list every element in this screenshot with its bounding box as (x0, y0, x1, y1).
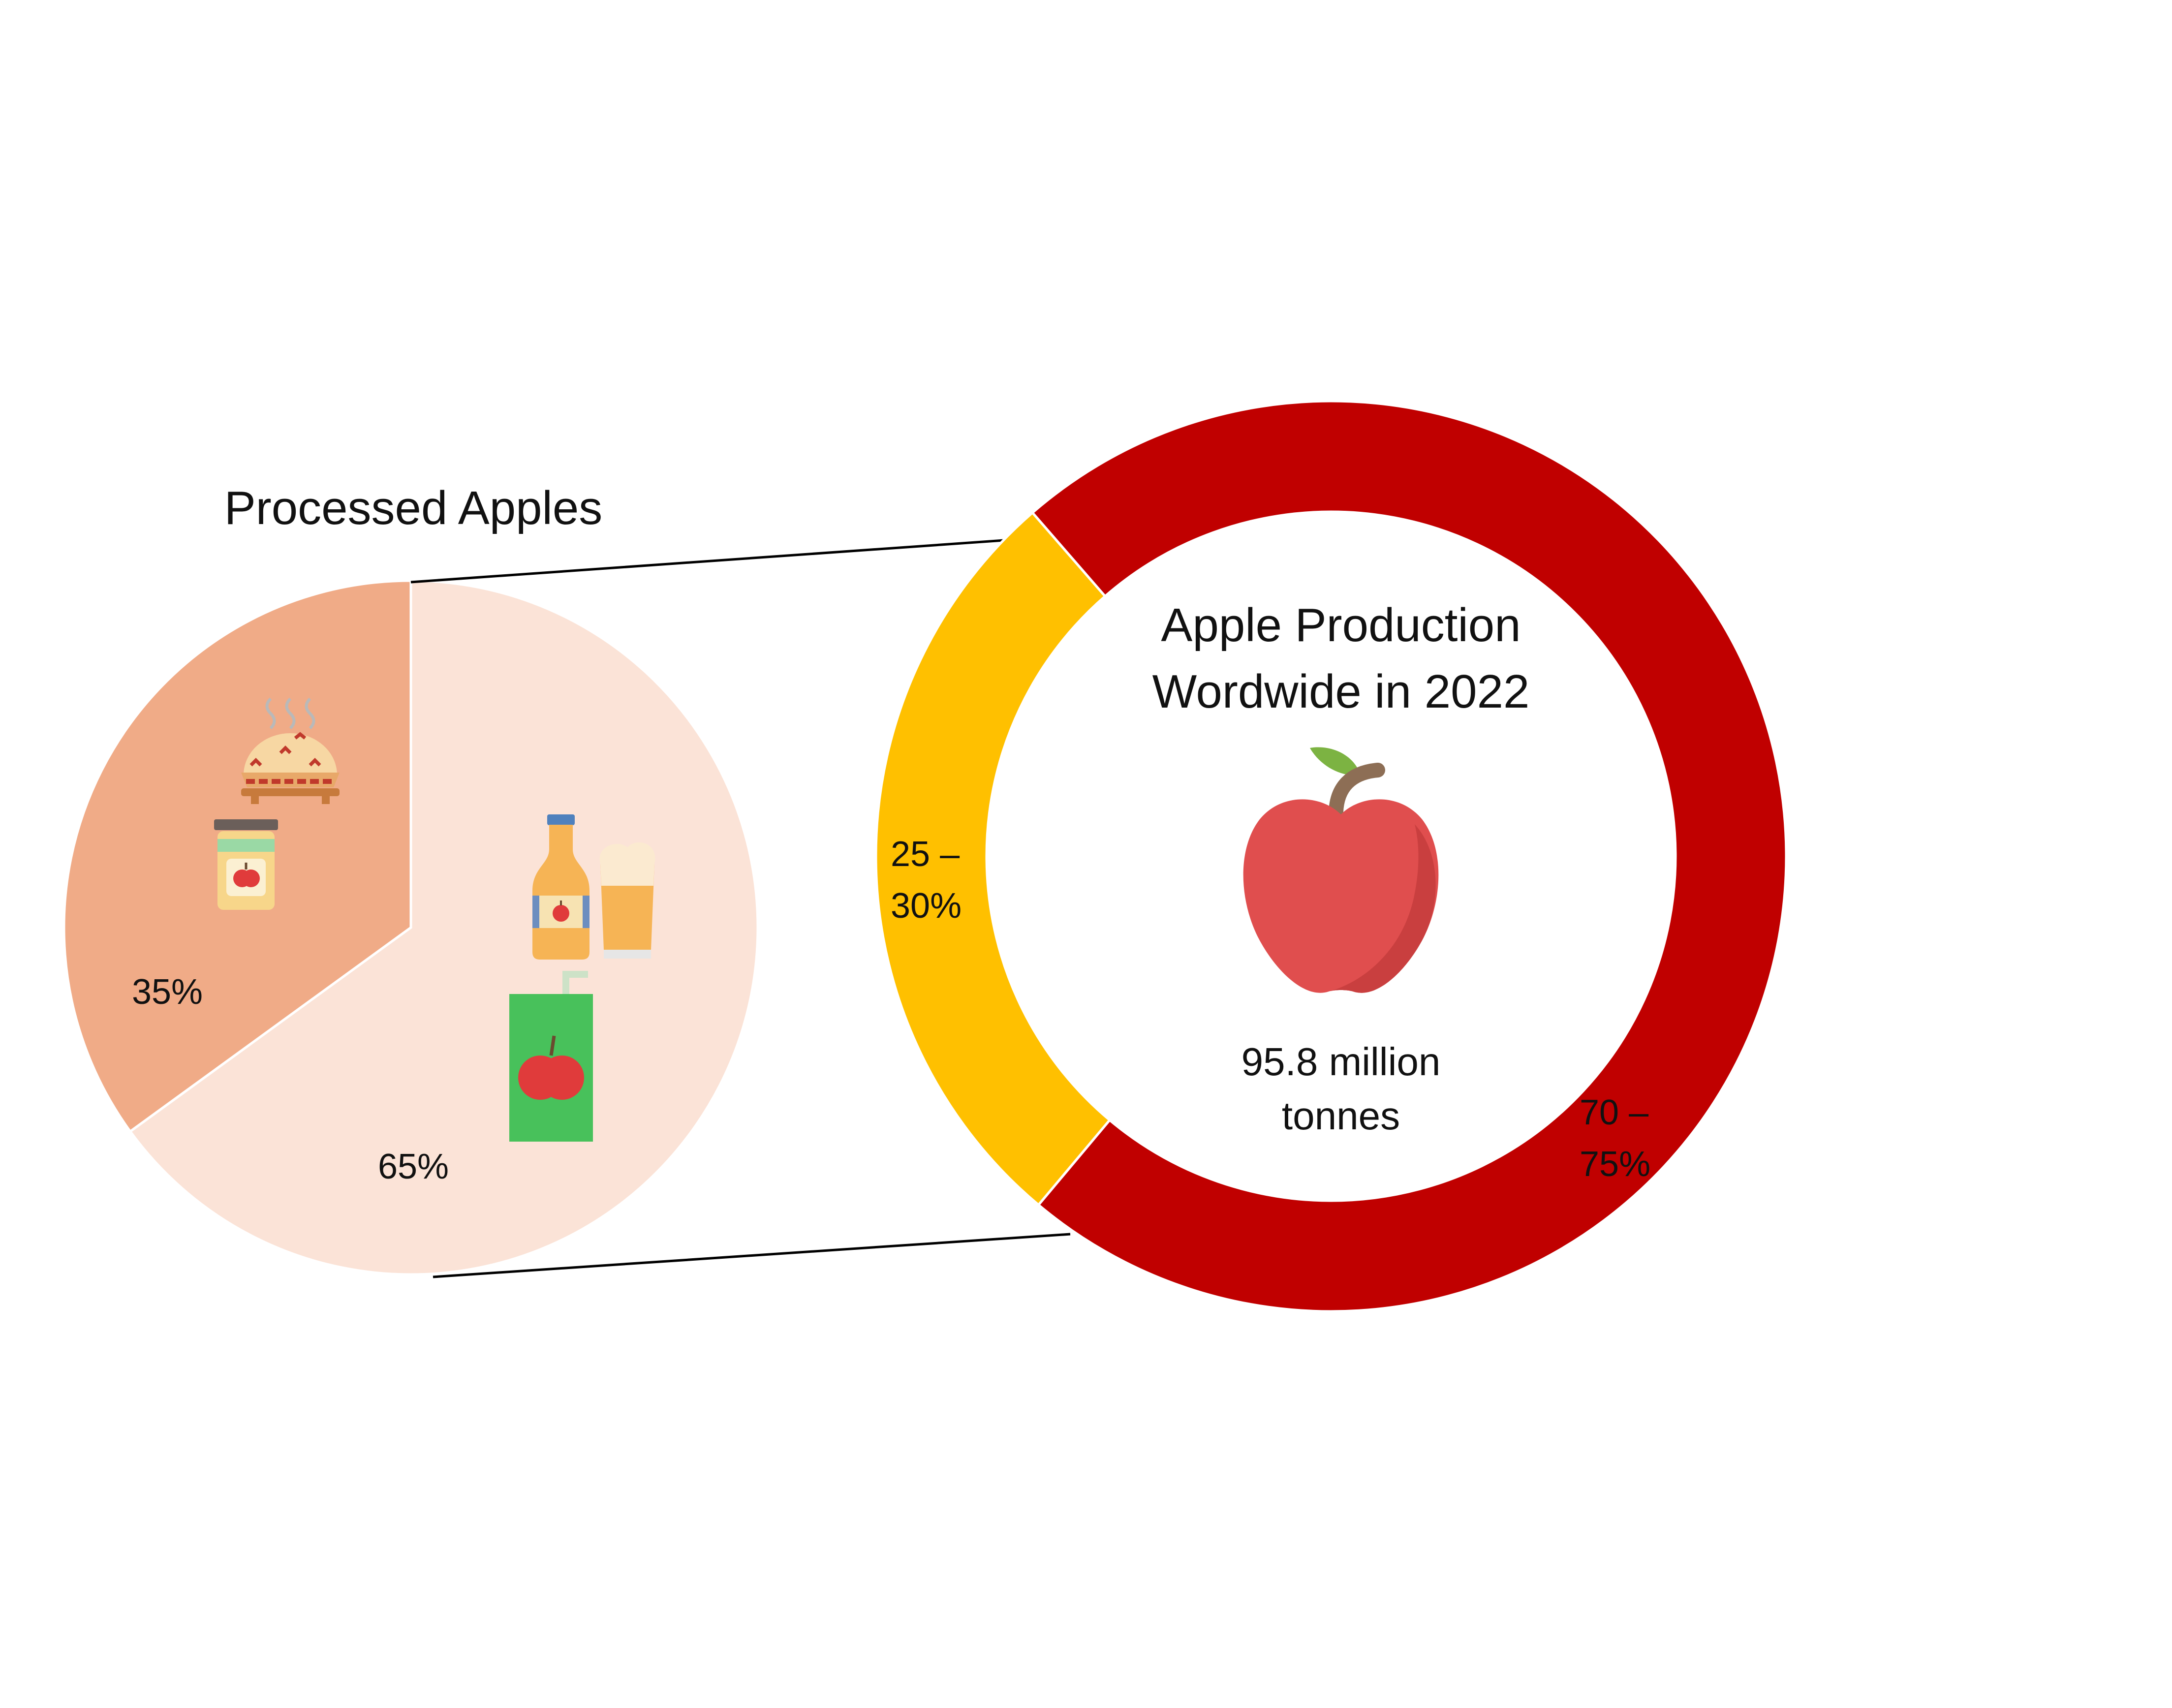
donut-title-line-2: Wordwide in 2022 (1152, 665, 1530, 718)
beer-glass-icon (599, 842, 655, 959)
donut-slice-label-fresh-line-2: 75% (1580, 1145, 1650, 1184)
donut-center-value-line-2: tonnes (1282, 1094, 1400, 1138)
pie-slice-label-35: 35% (132, 972, 203, 1012)
donut-slice-label-fresh-line-1: 70 – (1580, 1093, 1649, 1132)
donut-title-line-1: Apple Production (1161, 599, 1520, 652)
connector-line-top (410, 539, 1004, 584)
apple-jam-jar-icon (214, 819, 278, 910)
donut-slice-label-processed-line-2: 30% (891, 886, 962, 926)
pie-title: Processed Apples (224, 482, 602, 534)
pie-slice-label-65: 65% (378, 1147, 449, 1186)
donut-center-value-line-1: 95.8 million (1241, 1040, 1441, 1084)
apple-icon (1243, 747, 1439, 993)
juice-box-icon (509, 971, 593, 1142)
donut-slice-label-processed-line-1: 25 – (891, 835, 960, 874)
chart-canvas: Processed Apples 35% 65% Apple Productio… (62, 400, 1788, 1313)
